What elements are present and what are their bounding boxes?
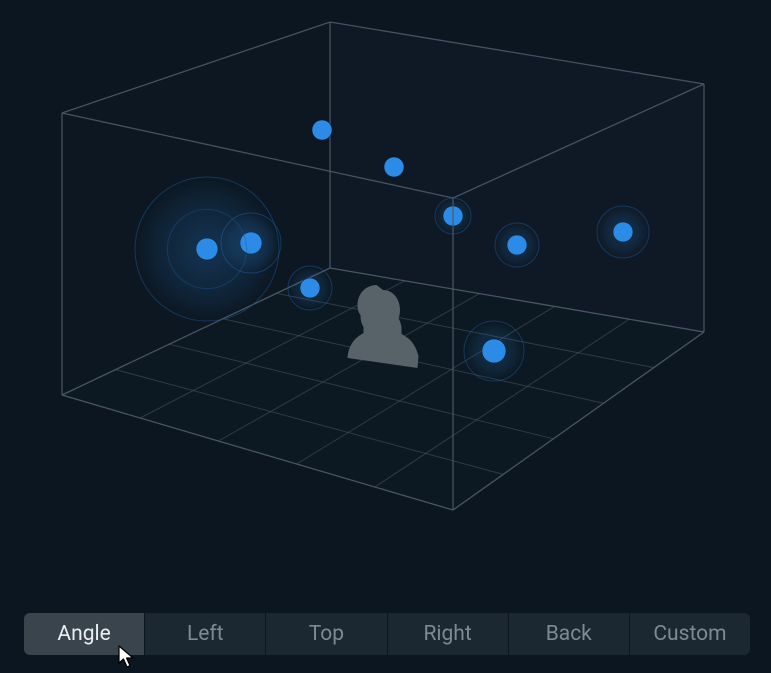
sound-source[interactable]	[384, 157, 404, 177]
view-mode-tabs: Angle Left Top Right Back Custom	[24, 613, 750, 655]
room-box-icon	[0, 0, 771, 600]
view-tab-label: Right	[423, 622, 471, 646]
view-tab-label: Top	[309, 622, 344, 646]
sound-source[interactable]	[464, 321, 524, 381]
view-tab-label: Left	[187, 622, 224, 646]
view-tab-angle[interactable]: Angle	[24, 613, 144, 655]
sound-source[interactable]	[597, 206, 649, 258]
view-tab-left[interactable]: Left	[145, 613, 265, 655]
view-tab-right[interactable]: Right	[388, 613, 508, 655]
view-tab-label: Back	[546, 622, 592, 646]
spatial-viewport[interactable]	[0, 0, 771, 600]
sound-source[interactable]	[288, 266, 332, 310]
view-tab-label: Custom	[653, 622, 726, 646]
sound-source[interactable]	[135, 177, 279, 321]
sound-source[interactable]	[312, 120, 332, 140]
view-tab-custom[interactable]: Custom	[630, 613, 750, 655]
view-tab-top[interactable]: Top	[266, 613, 386, 655]
sound-source[interactable]	[495, 223, 539, 267]
view-tab-label: Angle	[57, 622, 110, 646]
view-tab-back[interactable]: Back	[509, 613, 629, 655]
